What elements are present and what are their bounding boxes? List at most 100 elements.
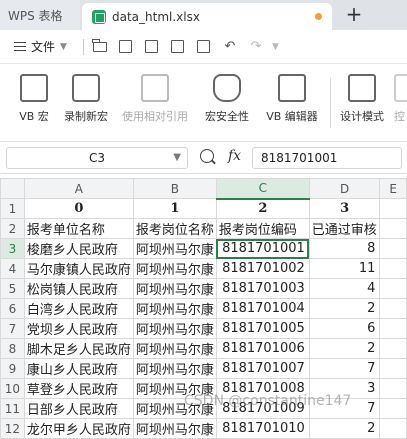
row-header[interactable]: 12 bbox=[0, 418, 25, 439]
unsaved-indicator-icon[interactable] bbox=[315, 13, 322, 20]
undo-button[interactable]: ↶ bbox=[220, 37, 240, 57]
design-mode-button[interactable]: 设计模式 bbox=[336, 74, 388, 124]
cell-c12[interactable]: 8181701010 bbox=[215, 418, 310, 439]
spreadsheet-grid[interactable]: A B C D E 1 0 1 2 3 2 报考单位名称 报考岗位名称 报考岗位编码 已通过审核 3… bbox=[0, 178, 407, 439]
cell-d12[interactable]: 2 bbox=[308, 418, 381, 439]
cell-e1[interactable] bbox=[379, 198, 407, 219]
cell-b6[interactable]: 阿坝州马尔康 bbox=[132, 298, 217, 319]
cell-e3[interactable] bbox=[379, 238, 407, 259]
cell-a5[interactable]: 松岗镇人民政府 bbox=[23, 278, 134, 299]
chevron-down-icon[interactable]: ▼ bbox=[272, 42, 279, 52]
new-tab-button[interactable]: + bbox=[342, 3, 366, 27]
row-header[interactable]: 11 bbox=[0, 398, 25, 419]
file-menu-button[interactable]: 文件 ▼ bbox=[14, 38, 67, 55]
name-box[interactable]: C3 ▼ bbox=[6, 147, 188, 169]
cell-a4[interactable]: 马尔康镇人民政府 bbox=[23, 258, 134, 279]
cell-c4[interactable]: 8181701002 bbox=[215, 258, 310, 279]
cell-a3[interactable]: 梭磨乡人民政府 bbox=[23, 238, 134, 259]
cell-e12[interactable] bbox=[379, 418, 407, 439]
cell-d5[interactable]: 4 bbox=[308, 278, 381, 299]
row-header[interactable]: 9 bbox=[0, 358, 25, 379]
cell-a6[interactable]: 白湾乡人民政府 bbox=[23, 298, 134, 319]
cell-d1[interactable]: 3 bbox=[308, 198, 381, 219]
export-pdf-button[interactable] bbox=[142, 37, 162, 57]
cell-d4[interactable]: 11 bbox=[308, 258, 381, 279]
cell-b1[interactable]: 1 bbox=[132, 198, 217, 219]
cell-c3[interactable]: 8181701001 bbox=[215, 238, 310, 259]
cell-e10[interactable] bbox=[379, 378, 407, 399]
cell-b12[interactable]: 阿坝州马尔康 bbox=[132, 418, 217, 439]
cell-b9[interactable]: 阿坝州马尔康 bbox=[132, 358, 217, 379]
cell-b5[interactable]: 阿坝州马尔康 bbox=[132, 278, 217, 299]
row-header[interactable]: 4 bbox=[0, 258, 25, 279]
cell-c6[interactable]: 8181701004 bbox=[215, 298, 310, 319]
cell-c8[interactable]: 8181701006 bbox=[215, 338, 310, 359]
controls-label: 控 bbox=[394, 110, 405, 123]
cell-a11[interactable]: 日部乡人民政府 bbox=[23, 398, 134, 419]
cell-b2[interactable]: 报考岗位名称 bbox=[132, 218, 217, 239]
cell-d2[interactable]: 已通过审核 bbox=[308, 218, 381, 239]
cell-c9[interactable]: 8181701007 bbox=[215, 358, 310, 379]
cell-a9[interactable]: 康山乡人民政府 bbox=[23, 358, 134, 379]
cell-a10[interactable]: 草登乡人民政府 bbox=[23, 378, 134, 399]
macro-security-button[interactable]: 宏安全性 bbox=[200, 74, 254, 124]
select-all-corner[interactable] bbox=[0, 178, 25, 199]
cell-a7[interactable]: 党坝乡人民政府 bbox=[23, 318, 134, 339]
cell-e9[interactable] bbox=[379, 358, 407, 379]
cell-c1[interactable]: 2 bbox=[215, 198, 310, 219]
cell-d9[interactable]: 7 bbox=[308, 358, 381, 379]
redo-button[interactable]: ↷ bbox=[246, 37, 266, 57]
cell-e11[interactable] bbox=[379, 398, 407, 419]
cell-e6[interactable] bbox=[379, 298, 407, 319]
row-header[interactable]: 5 bbox=[0, 278, 25, 299]
cell-a2[interactable]: 报考单位名称 bbox=[23, 218, 134, 239]
cell-d7[interactable]: 6 bbox=[308, 318, 381, 339]
cell-d6[interactable]: 2 bbox=[308, 298, 381, 319]
cell-d8[interactable]: 2 bbox=[308, 338, 381, 359]
save-button[interactable] bbox=[116, 37, 136, 57]
app-tab[interactable]: WPS 表格 bbox=[0, 0, 80, 30]
cell-c5[interactable]: 8181701003 bbox=[215, 278, 310, 299]
cell-c7[interactable]: 8181701005 bbox=[215, 318, 310, 339]
column-header-a[interactable]: A bbox=[23, 178, 134, 199]
print-button[interactable] bbox=[168, 37, 188, 57]
row-header[interactable]: 8 bbox=[0, 338, 25, 359]
row-header[interactable]: 1 bbox=[0, 198, 25, 219]
print-preview-button[interactable] bbox=[194, 37, 214, 57]
vb-editor-button[interactable]: VB 编辑器 bbox=[260, 74, 324, 124]
cell-a1[interactable]: 0 bbox=[23, 198, 134, 219]
chevron-down-icon[interactable]: ▼ bbox=[173, 148, 181, 168]
cell-b4[interactable]: 阿坝州马尔康 bbox=[132, 258, 217, 279]
cell-e4[interactable] bbox=[379, 258, 407, 279]
row-header[interactable]: 3 bbox=[0, 238, 25, 259]
formula-input[interactable]: 8181701001 bbox=[252, 147, 402, 169]
controls-button[interactable]: 控 bbox=[394, 74, 407, 124]
cell-e2[interactable] bbox=[379, 218, 407, 239]
record-macro-button[interactable]: 录制新宏 bbox=[60, 74, 112, 124]
cell-b3[interactable]: 阿坝州马尔康 bbox=[132, 238, 217, 259]
relative-reference-button[interactable]: 使用相对引用 bbox=[118, 74, 192, 124]
cell-b8[interactable]: 阿坝州马尔康 bbox=[132, 338, 217, 359]
column-header-b[interactable]: B bbox=[132, 178, 217, 199]
open-folder-button[interactable] bbox=[90, 37, 110, 57]
cell-e8[interactable] bbox=[379, 338, 407, 359]
row-header[interactable]: 2 bbox=[0, 218, 25, 239]
cell-e7[interactable] bbox=[379, 318, 407, 339]
column-header-c[interactable]: C bbox=[215, 178, 310, 200]
column-header-d[interactable]: D bbox=[308, 178, 381, 199]
cell-a8[interactable]: 脚木足乡人民政府 bbox=[23, 338, 134, 359]
column-header-e[interactable]: E bbox=[379, 178, 407, 199]
search-formula-icon[interactable] bbox=[200, 149, 214, 163]
cell-d3[interactable]: 8 bbox=[308, 238, 381, 259]
row-header[interactable]: 10 bbox=[0, 378, 25, 399]
cell-c2[interactable]: 报考岗位编码 bbox=[215, 218, 310, 239]
vb-macro-button[interactable]: VB 宏 bbox=[14, 74, 54, 124]
insert-function-button[interactable]: fx bbox=[228, 148, 241, 164]
hamburger-icon bbox=[14, 42, 26, 51]
cell-e5[interactable] bbox=[379, 278, 407, 299]
cell-a12[interactable]: 龙尔甲乡人民政府 bbox=[23, 418, 134, 439]
row-header[interactable]: 6 bbox=[0, 298, 25, 319]
cell-b7[interactable]: 阿坝州马尔康 bbox=[132, 318, 217, 339]
row-header[interactable]: 7 bbox=[0, 318, 25, 339]
document-tab[interactable]: data_html.xlsx bbox=[82, 3, 332, 30]
